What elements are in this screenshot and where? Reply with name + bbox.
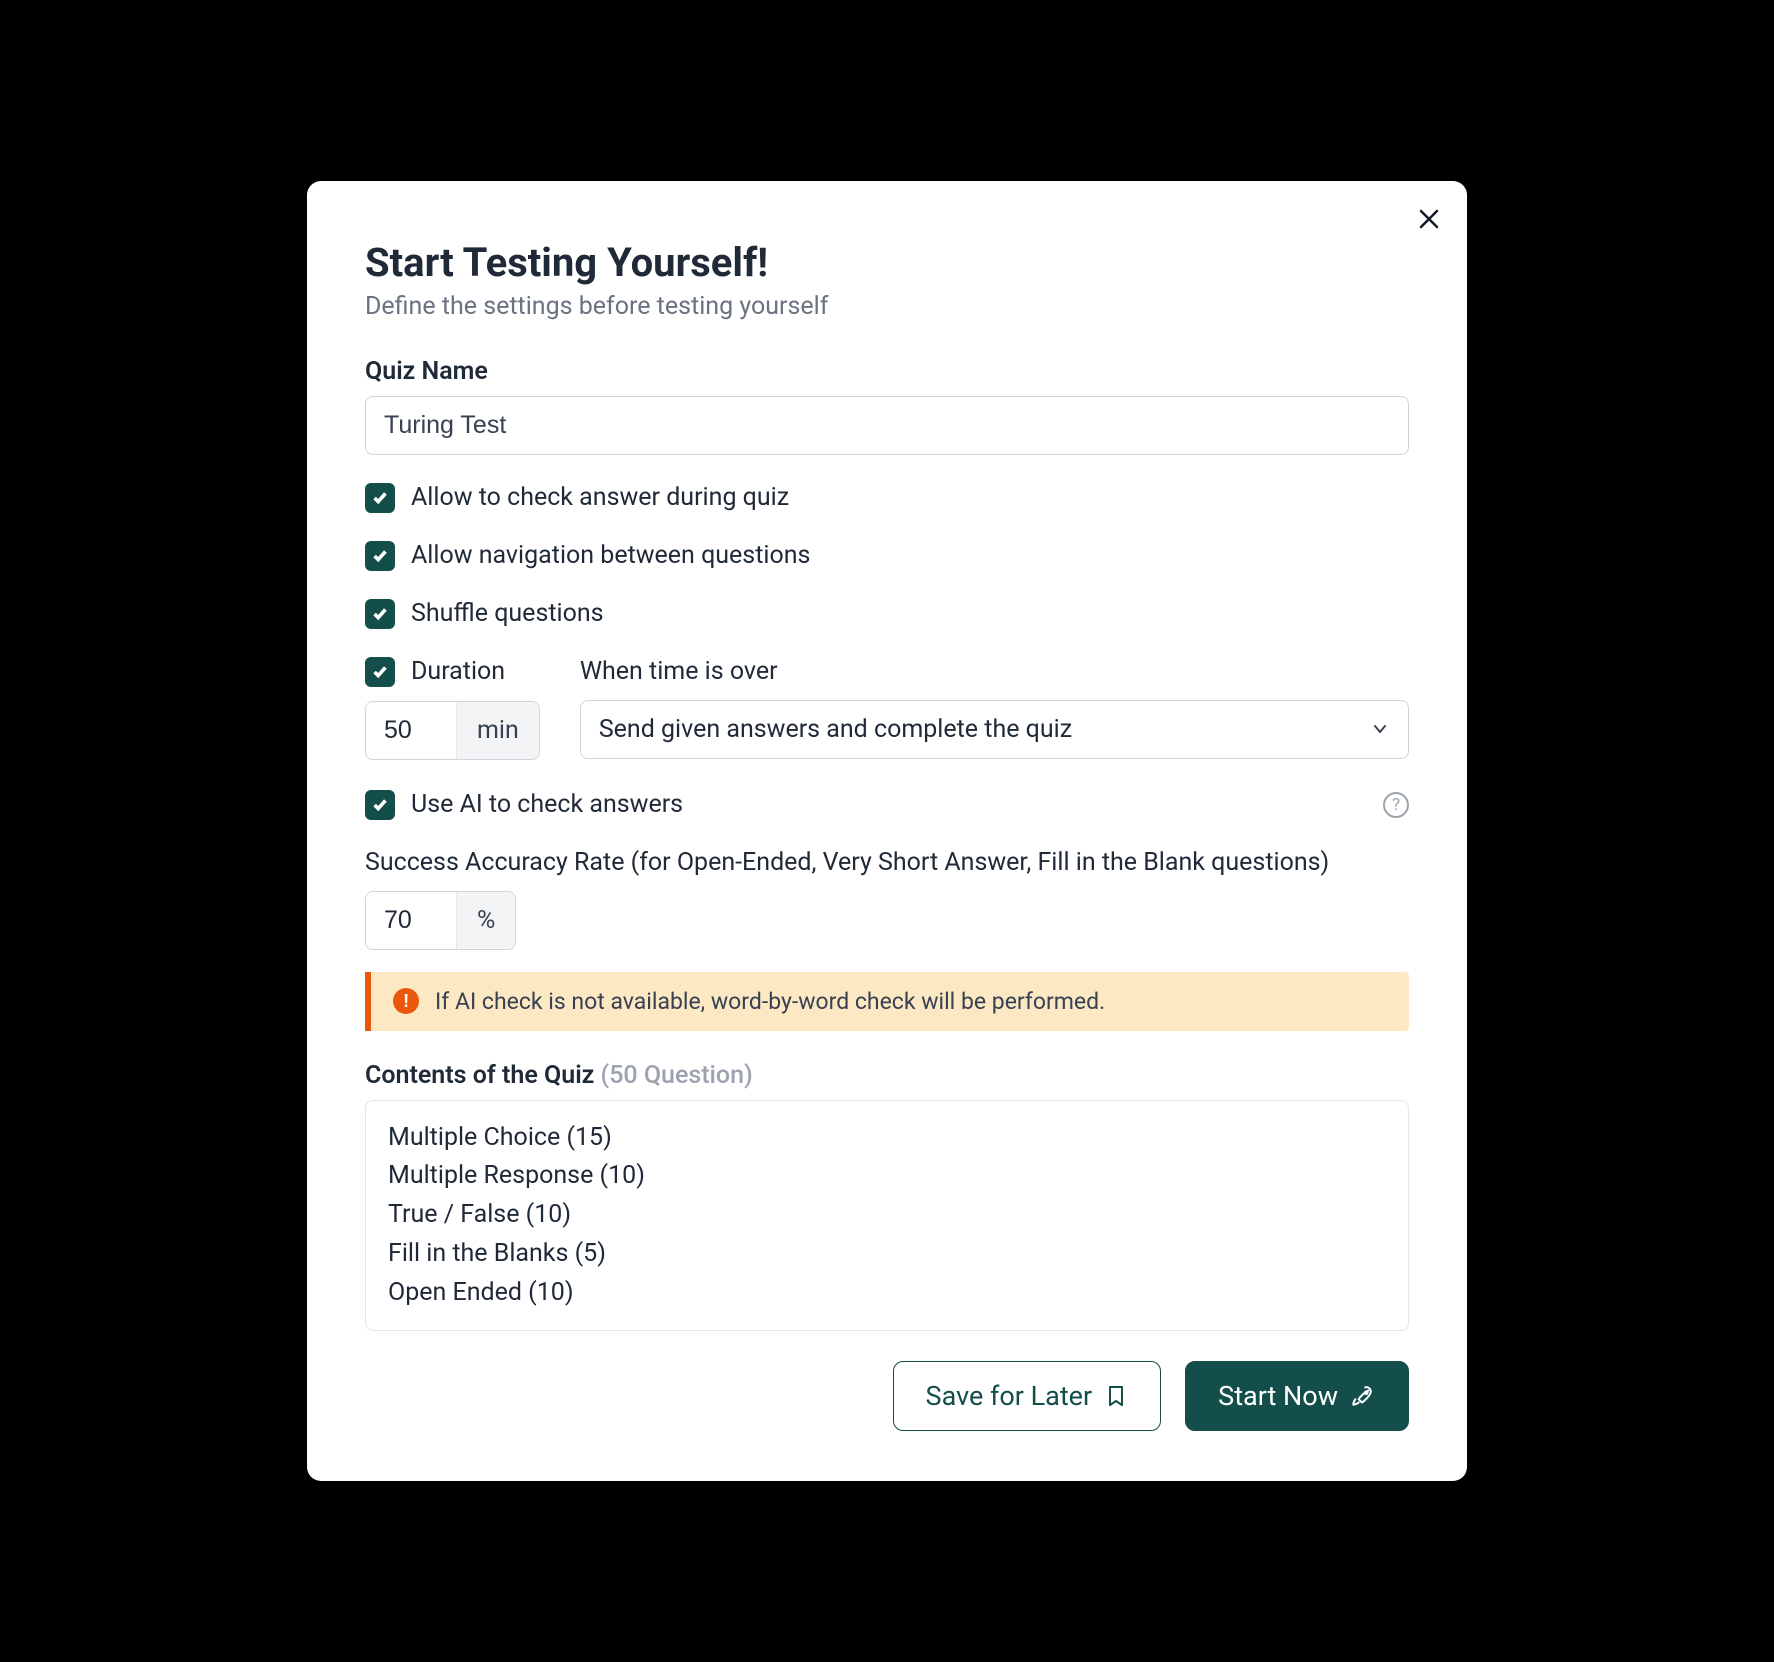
warning-icon: ! bbox=[393, 988, 419, 1014]
duration-unit: min bbox=[456, 702, 539, 759]
help-icon[interactable]: ? bbox=[1383, 792, 1409, 818]
check-icon bbox=[371, 796, 389, 814]
checkbox-allow-check-answers-label: Allow to check answer during quiz bbox=[411, 483, 789, 512]
ai-warning-alert: ! If AI check is not available, word-by-… bbox=[365, 972, 1409, 1031]
when-time-over-value: Send given answers and complete the quiz bbox=[599, 715, 1072, 744]
checkbox-duration[interactable] bbox=[365, 657, 395, 687]
bookmark-icon bbox=[1104, 1384, 1128, 1408]
dialog-title: Start Testing Yourself! bbox=[365, 239, 1409, 286]
checkbox-shuffle[interactable] bbox=[365, 599, 395, 629]
checkbox-navigation[interactable] bbox=[365, 541, 395, 571]
checkbox-ai-check-label: Use AI to check answers bbox=[411, 790, 683, 819]
dialog-subtitle: Define the settings before testing yours… bbox=[365, 292, 1409, 321]
checkbox-navigation-label: Allow navigation between questions bbox=[411, 541, 810, 570]
accuracy-label: Success Accuracy Rate (for Open-Ended, V… bbox=[365, 848, 1409, 877]
save-for-later-label: Save for Later bbox=[926, 1380, 1093, 1412]
close-icon bbox=[1418, 208, 1440, 230]
check-icon bbox=[371, 605, 389, 623]
contents-list: Multiple Choice (15) Multiple Response (… bbox=[365, 1100, 1409, 1332]
check-icon bbox=[371, 547, 389, 565]
list-item: Multiple Response (10) bbox=[388, 1157, 1386, 1196]
save-for-later-button[interactable]: Save for Later bbox=[893, 1361, 1162, 1431]
check-icon bbox=[371, 489, 389, 507]
start-now-button[interactable]: Start Now bbox=[1185, 1361, 1409, 1431]
checkbox-allow-check-answers[interactable] bbox=[365, 483, 395, 513]
accuracy-input[interactable] bbox=[366, 892, 456, 949]
ai-warning-text: If AI check is not available, word-by-wo… bbox=[435, 988, 1105, 1015]
start-testing-dialog: Start Testing Yourself! Define the setti… bbox=[307, 181, 1467, 1482]
accuracy-unit: % bbox=[456, 892, 515, 949]
chevron-down-icon bbox=[1370, 719, 1390, 739]
list-item: Fill in the Blanks (5) bbox=[388, 1235, 1386, 1274]
when-time-over-select[interactable]: Send given answers and complete the quiz bbox=[580, 700, 1409, 759]
close-button[interactable] bbox=[1413, 203, 1445, 235]
list-item: True / False (10) bbox=[388, 1196, 1386, 1235]
list-item: Multiple Choice (15) bbox=[388, 1119, 1386, 1158]
contents-count: (50 Question) bbox=[601, 1061, 753, 1090]
start-now-label: Start Now bbox=[1218, 1380, 1338, 1412]
contents-label: Contents of the Quiz bbox=[365, 1061, 601, 1090]
check-icon bbox=[371, 663, 389, 681]
rocket-icon bbox=[1350, 1383, 1376, 1409]
duration-label: Duration bbox=[411, 657, 505, 686]
list-item: Open Ended (10) bbox=[388, 1274, 1386, 1313]
checkbox-ai-check[interactable] bbox=[365, 790, 395, 820]
quiz-name-label: Quiz Name bbox=[365, 357, 1409, 386]
checkbox-shuffle-label: Shuffle questions bbox=[411, 599, 604, 628]
quiz-name-input[interactable] bbox=[365, 396, 1409, 455]
contents-heading: Contents of the Quiz (50 Question) bbox=[365, 1061, 1409, 1090]
duration-input[interactable] bbox=[366, 702, 456, 759]
when-time-over-label: When time is over bbox=[580, 657, 778, 686]
